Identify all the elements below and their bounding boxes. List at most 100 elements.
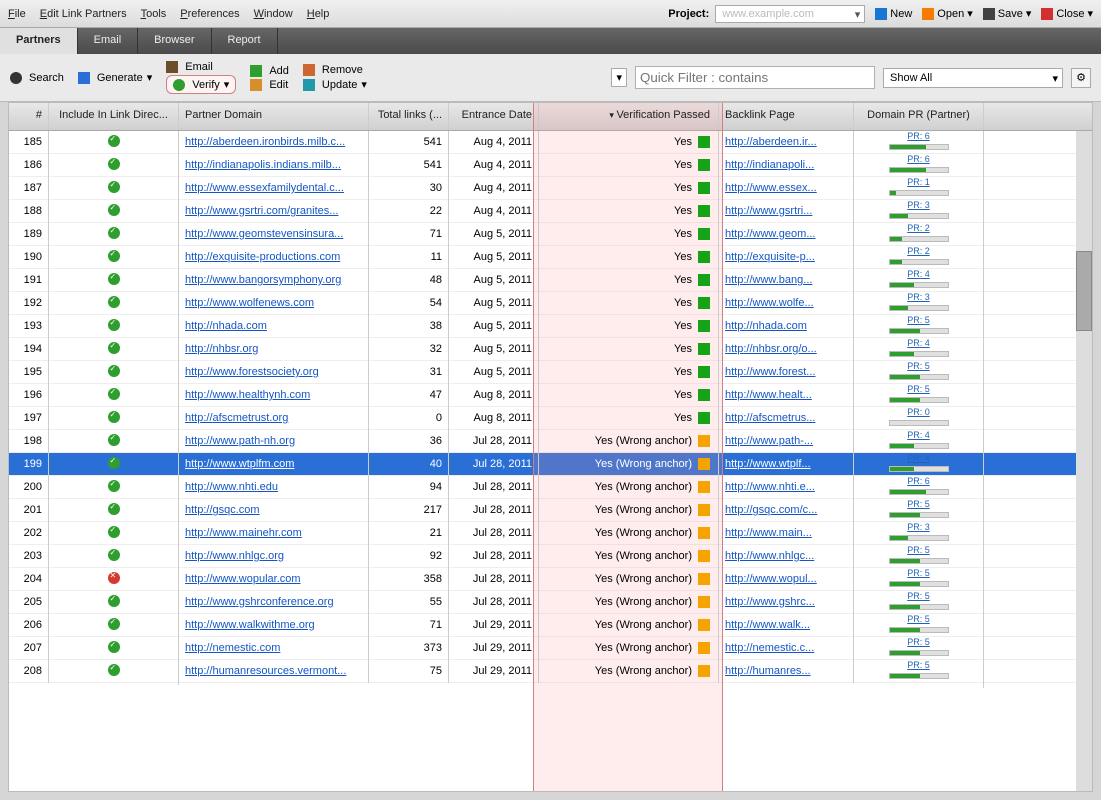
pr-label[interactable]: PR: 5 — [860, 637, 977, 647]
partner-domain-link[interactable]: http://www.bangorsymphony.org — [185, 274, 341, 286]
backlink-link[interactable]: http://www.nhlgc... — [725, 550, 814, 562]
col-pr[interactable]: Domain PR (Partner) — [854, 103, 984, 130]
quick-filter-input[interactable] — [635, 66, 875, 89]
menu-help[interactable]: Help — [307, 8, 330, 20]
backlink-link[interactable]: http://www.wtplf... — [725, 458, 811, 470]
update-button[interactable]: Update ▾ — [303, 78, 367, 91]
menu-preferences[interactable]: Preferences — [180, 8, 239, 20]
menu-tools[interactable]: Tools — [141, 8, 167, 20]
backlink-link[interactable]: http://www.main... — [725, 527, 812, 539]
partner-domain-link[interactable]: http://www.healthynh.com — [185, 389, 310, 401]
tab-email[interactable]: Email — [78, 28, 139, 54]
search-button[interactable]: Search — [10, 72, 64, 84]
col-include[interactable]: Include In Link Direc... — [49, 103, 179, 130]
partner-domain-link[interactable]: http://www.nhti.edu — [185, 481, 278, 493]
backlink-link[interactable]: http://nhbsr.org/o... — [725, 343, 817, 355]
verify-button[interactable]: Verify ▾ — [166, 75, 236, 94]
pr-label[interactable]: PR: 6 — [860, 131, 977, 141]
backlink-link[interactable]: http://humanres... — [725, 665, 811, 677]
backlink-link[interactable]: http://exquisite-p... — [725, 251, 815, 263]
backlink-link[interactable]: http://indianapoli... — [725, 159, 814, 171]
partner-domain-link[interactable]: http://www.walkwithme.org — [185, 619, 315, 631]
pr-label[interactable]: PR: 3 — [860, 200, 977, 210]
pr-label[interactable]: PR: 5 — [860, 315, 977, 325]
pr-label[interactable]: PR: 0 — [860, 407, 977, 417]
partner-domain-link[interactable]: http://www.gshrconference.org — [185, 596, 334, 608]
partner-domain-link[interactable]: http://www.wtplfm.com — [185, 458, 294, 470]
partner-domain-link[interactable]: http://www.forestsociety.org — [185, 366, 319, 378]
partner-domain-link[interactable]: http://www.essexfamilydental.c... — [185, 182, 344, 194]
backlink-link[interactable]: http://www.walk... — [725, 619, 810, 631]
menu-file[interactable]: FFileile — [8, 8, 26, 20]
open-button[interactable]: Open ▾ — [922, 7, 972, 20]
backlink-link[interactable]: http://www.wopul... — [725, 573, 817, 585]
col-number[interactable]: # — [9, 103, 49, 130]
partner-domain-link[interactable]: http://nhbsr.org — [185, 343, 258, 355]
partner-domain-link[interactable]: http://humanresources.vermont... — [185, 665, 346, 677]
pr-label[interactable]: PR: 2 — [860, 246, 977, 256]
col-backlink[interactable]: Backlink Page — [719, 103, 854, 130]
backlink-link[interactable]: http://www.gshrc... — [725, 596, 815, 608]
backlink-link[interactable]: http://nhada.com — [725, 320, 807, 332]
generate-button[interactable]: Generate ▾ — [78, 71, 152, 84]
backlink-link[interactable]: http://www.wolfe... — [725, 297, 814, 309]
backlink-link[interactable]: http://www.nhti.e... — [725, 481, 815, 493]
partner-domain-link[interactable]: http://indianapolis.indians.milb... — [185, 159, 341, 171]
tab-browser[interactable]: Browser — [138, 28, 211, 54]
pr-label[interactable]: PR: 5 — [860, 499, 977, 509]
col-domain[interactable]: Partner Domain — [179, 103, 369, 130]
partner-domain-link[interactable]: http://exquisite-productions.com — [185, 251, 340, 263]
backlink-link[interactable]: http://www.bang... — [725, 274, 812, 286]
menu-window[interactable]: Window — [254, 8, 293, 20]
backlink-link[interactable]: http://www.essex... — [725, 182, 817, 194]
pr-label[interactable]: PR: 4 — [860, 338, 977, 348]
backlink-link[interactable]: http://gsqc.com/c... — [725, 504, 817, 516]
pr-label[interactable]: PR: 4 — [860, 430, 977, 440]
pr-label[interactable]: PR: 1 — [860, 177, 977, 187]
partner-domain-link[interactable]: http://www.gsrtri.com/granites... — [185, 205, 338, 217]
partner-domain-link[interactable]: http://nemestic.com — [185, 642, 280, 654]
partner-domain-link[interactable]: http://gsqc.com — [185, 504, 260, 516]
pr-label[interactable]: PR: 5 — [860, 568, 977, 578]
col-verification[interactable]: Verification Passed — [539, 103, 719, 130]
project-selector[interactable]: www.example.com — [715, 5, 865, 23]
filter-dropdown-icon[interactable]: ▾ — [611, 68, 627, 87]
partner-domain-link[interactable]: http://aberdeen.ironbirds.milb.c... — [185, 136, 345, 148]
partner-domain-link[interactable]: http://afscmetrust.org — [185, 412, 288, 424]
table-row[interactable]: 208http://humanresources.vermont...75Jul… — [9, 660, 1092, 683]
close-button[interactable]: Close ▾ — [1041, 7, 1093, 20]
pr-label[interactable]: PR: 4 — [860, 269, 977, 279]
pr-label[interactable]: PR: 6 — [860, 154, 977, 164]
save-button[interactable]: Save ▾ — [983, 7, 1032, 20]
pr-label[interactable]: PR: 5 — [860, 545, 977, 555]
pr-label[interactable]: PR: 2 — [860, 223, 977, 233]
backlink-link[interactable]: http://www.gsrtri... — [725, 205, 812, 217]
pr-label[interactable]: PR: 3 — [860, 522, 977, 532]
col-entrance-date[interactable]: Entrance Date — [449, 103, 539, 130]
backlink-link[interactable]: http://aberdeen.ir... — [725, 136, 817, 148]
pr-label[interactable]: PR: 5 — [860, 614, 977, 624]
partner-domain-link[interactable]: http://www.mainehr.com — [185, 527, 302, 539]
tab-partners[interactable]: Partners — [0, 28, 78, 54]
show-all-dropdown[interactable]: Show All — [883, 68, 1063, 88]
pr-label[interactable]: PR: 4 — [860, 453, 977, 463]
backlink-link[interactable]: http://www.path-... — [725, 435, 813, 447]
backlink-link[interactable]: http://www.geom... — [725, 228, 815, 240]
backlink-link[interactable]: http://afscmetrus... — [725, 412, 815, 424]
col-total-links[interactable]: Total links (... — [369, 103, 449, 130]
backlink-link[interactable]: http://www.forest... — [725, 366, 815, 378]
settings-gear-button[interactable]: ⚙ — [1071, 68, 1091, 88]
partner-domain-link[interactable]: http://nhada.com — [185, 320, 267, 332]
partner-domain-link[interactable]: http://www.nhlgc.org — [185, 550, 284, 562]
add-button[interactable]: Add — [250, 65, 289, 77]
partner-domain-link[interactable]: http://www.wopular.com — [185, 573, 301, 585]
pr-label[interactable]: PR: 5 — [860, 591, 977, 601]
remove-button[interactable]: Remove — [303, 64, 367, 76]
tab-report[interactable]: Report — [212, 28, 278, 54]
partner-domain-link[interactable]: http://www.wolfenews.com — [185, 297, 314, 309]
backlink-link[interactable]: http://nemestic.c... — [725, 642, 814, 654]
email-button[interactable]: Email — [166, 61, 236, 73]
partner-domain-link[interactable]: http://www.path-nh.org — [185, 435, 295, 447]
scrollbar-thumb[interactable] — [1076, 251, 1092, 331]
partner-domain-link[interactable]: http://www.geomstevensinsura... — [185, 228, 343, 240]
